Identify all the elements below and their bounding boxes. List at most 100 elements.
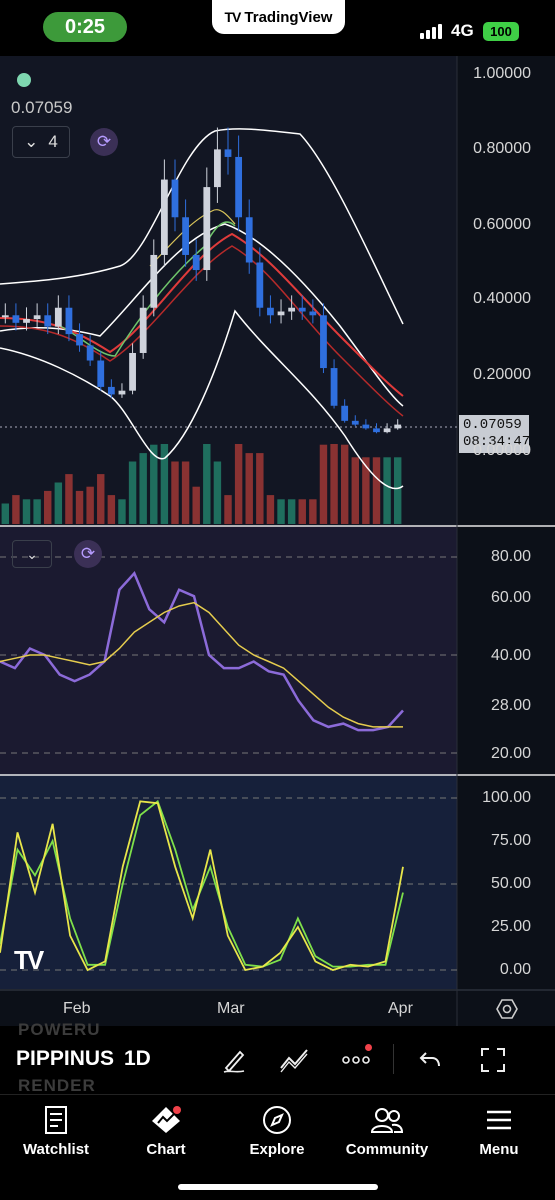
volume-bar [340,444,349,524]
candle-body [54,307,62,327]
volume-bar [107,495,116,524]
toolbar-divider [393,1044,394,1074]
candle-body [235,156,243,218]
ghost-symbol-below: RENDER [18,1076,96,1095]
candle-body [76,334,83,346]
rsi-axis-label: 60.00 [490,589,531,606]
nav-community[interactable]: Community [337,1103,437,1158]
volume-bar [118,499,126,524]
chart-nav-icon [116,1103,216,1137]
candle-body [23,319,30,323]
nav-chart-label: Chart [146,1141,186,1158]
indicator-count: 4 [48,132,58,151]
volume-bar [97,474,105,524]
battery-icon: 100 [483,22,519,41]
nav-chart[interactable]: Chart [116,1103,216,1158]
volume-bar [181,461,190,524]
volume-bar [65,474,73,524]
volume-bar [298,499,306,524]
indicators-collapse-button[interactable]: ⌄ 4 [12,126,70,158]
tradingview-watermark-icon: TV [14,945,44,975]
candle-body [245,217,253,263]
volume-bar [234,444,243,524]
nav-community-label: Community [345,1141,429,1158]
candle-body [97,360,105,387]
fullscreen-icon[interactable] [477,1044,509,1076]
price-axis-label: 0.00000 [473,442,531,459]
stoch-axis-label: 75.00 [490,832,531,849]
candle-body [373,428,380,433]
volume-bar [266,495,275,524]
volume-bar [33,499,41,524]
time-axis-label: Apr [388,1000,413,1017]
tradingview-logo-icon: TV [224,9,242,25]
volume-bar [192,486,200,524]
volume-bar [383,457,391,524]
volume-bar [362,457,370,524]
network-type: 4G [451,21,474,40]
price-tag-value: 0.07059 [463,417,522,433]
volume-bar [1,503,10,524]
candle-body [65,307,73,335]
volume-bar [351,457,359,524]
nav-menu[interactable]: Menu [449,1103,549,1158]
rsi-axis-label: 20.00 [490,745,531,762]
volume-bar [372,457,381,524]
candle-body [330,368,338,406]
candle-body [383,428,391,433]
candle-body [298,307,306,312]
drawing-pen-icon[interactable] [218,1044,250,1076]
refresh-icon[interactable]: ⟳ [90,128,118,156]
price-axis-label: 0.40000 [473,290,531,307]
rsi-axis-label: 80.00 [490,548,531,565]
candle-body [224,149,232,157]
live-status-icon [17,73,31,87]
price-axis-label: 0.60000 [473,216,531,233]
indicators-icon[interactable] [278,1044,310,1076]
candle-body [160,179,168,255]
candle-body [277,311,285,316]
compass-icon [227,1103,327,1137]
volume-bar [75,490,84,524]
home-indicator [178,1184,378,1190]
tradingview-pill[interactable]: TV TradingView [212,0,345,34]
candle-body [44,315,52,327]
candle-body [267,307,274,316]
candle-body [129,352,136,391]
chart-area[interactable]: 0.07059 ⌄ 4 ⟳ 0.07059 08:34:47 1.00000 0… [0,56,555,1026]
volume-bar [54,482,63,524]
volume-bar [86,486,94,524]
nav-menu-label: Menu [479,1141,519,1158]
rsi-refresh-icon[interactable]: ⟳ [74,540,102,568]
price-axis-label: 0.20000 [473,366,531,383]
candle-body [192,254,200,271]
interval-selector[interactable]: 1D [124,1047,151,1071]
candle-body [351,420,359,425]
volume-bar [171,461,179,524]
undo-icon[interactable] [414,1044,446,1076]
chart-settings-icon[interactable] [496,998,518,1020]
nav-explore[interactable]: Explore [227,1103,327,1158]
volume-bar [393,457,402,524]
candle-body [150,254,158,308]
volume-bar [44,490,52,524]
candle-body [86,345,94,361]
volume-bar [277,499,285,524]
status-bar: 0:25 TV TradingView 4G 100 [0,0,555,56]
volume-bar [213,461,222,524]
candle-body [12,315,20,323]
candle-body [288,307,296,312]
candle-body [182,217,189,255]
watchlist-icon [6,1103,106,1137]
rsi-collapse-button[interactable]: ⌄ [12,540,52,568]
hamburger-menu-icon [449,1103,549,1137]
candle-body [118,390,126,395]
candle-body [33,315,41,320]
nav-watchlist[interactable]: Watchlist [6,1103,106,1158]
volume-bar [139,453,147,524]
candle-body [341,405,349,421]
symbol-selector[interactable]: PIPPINUSDT [16,1047,114,1071]
candle-body [256,262,264,308]
last-price: 0.07059 [11,98,73,117]
volume-bar [22,499,31,524]
